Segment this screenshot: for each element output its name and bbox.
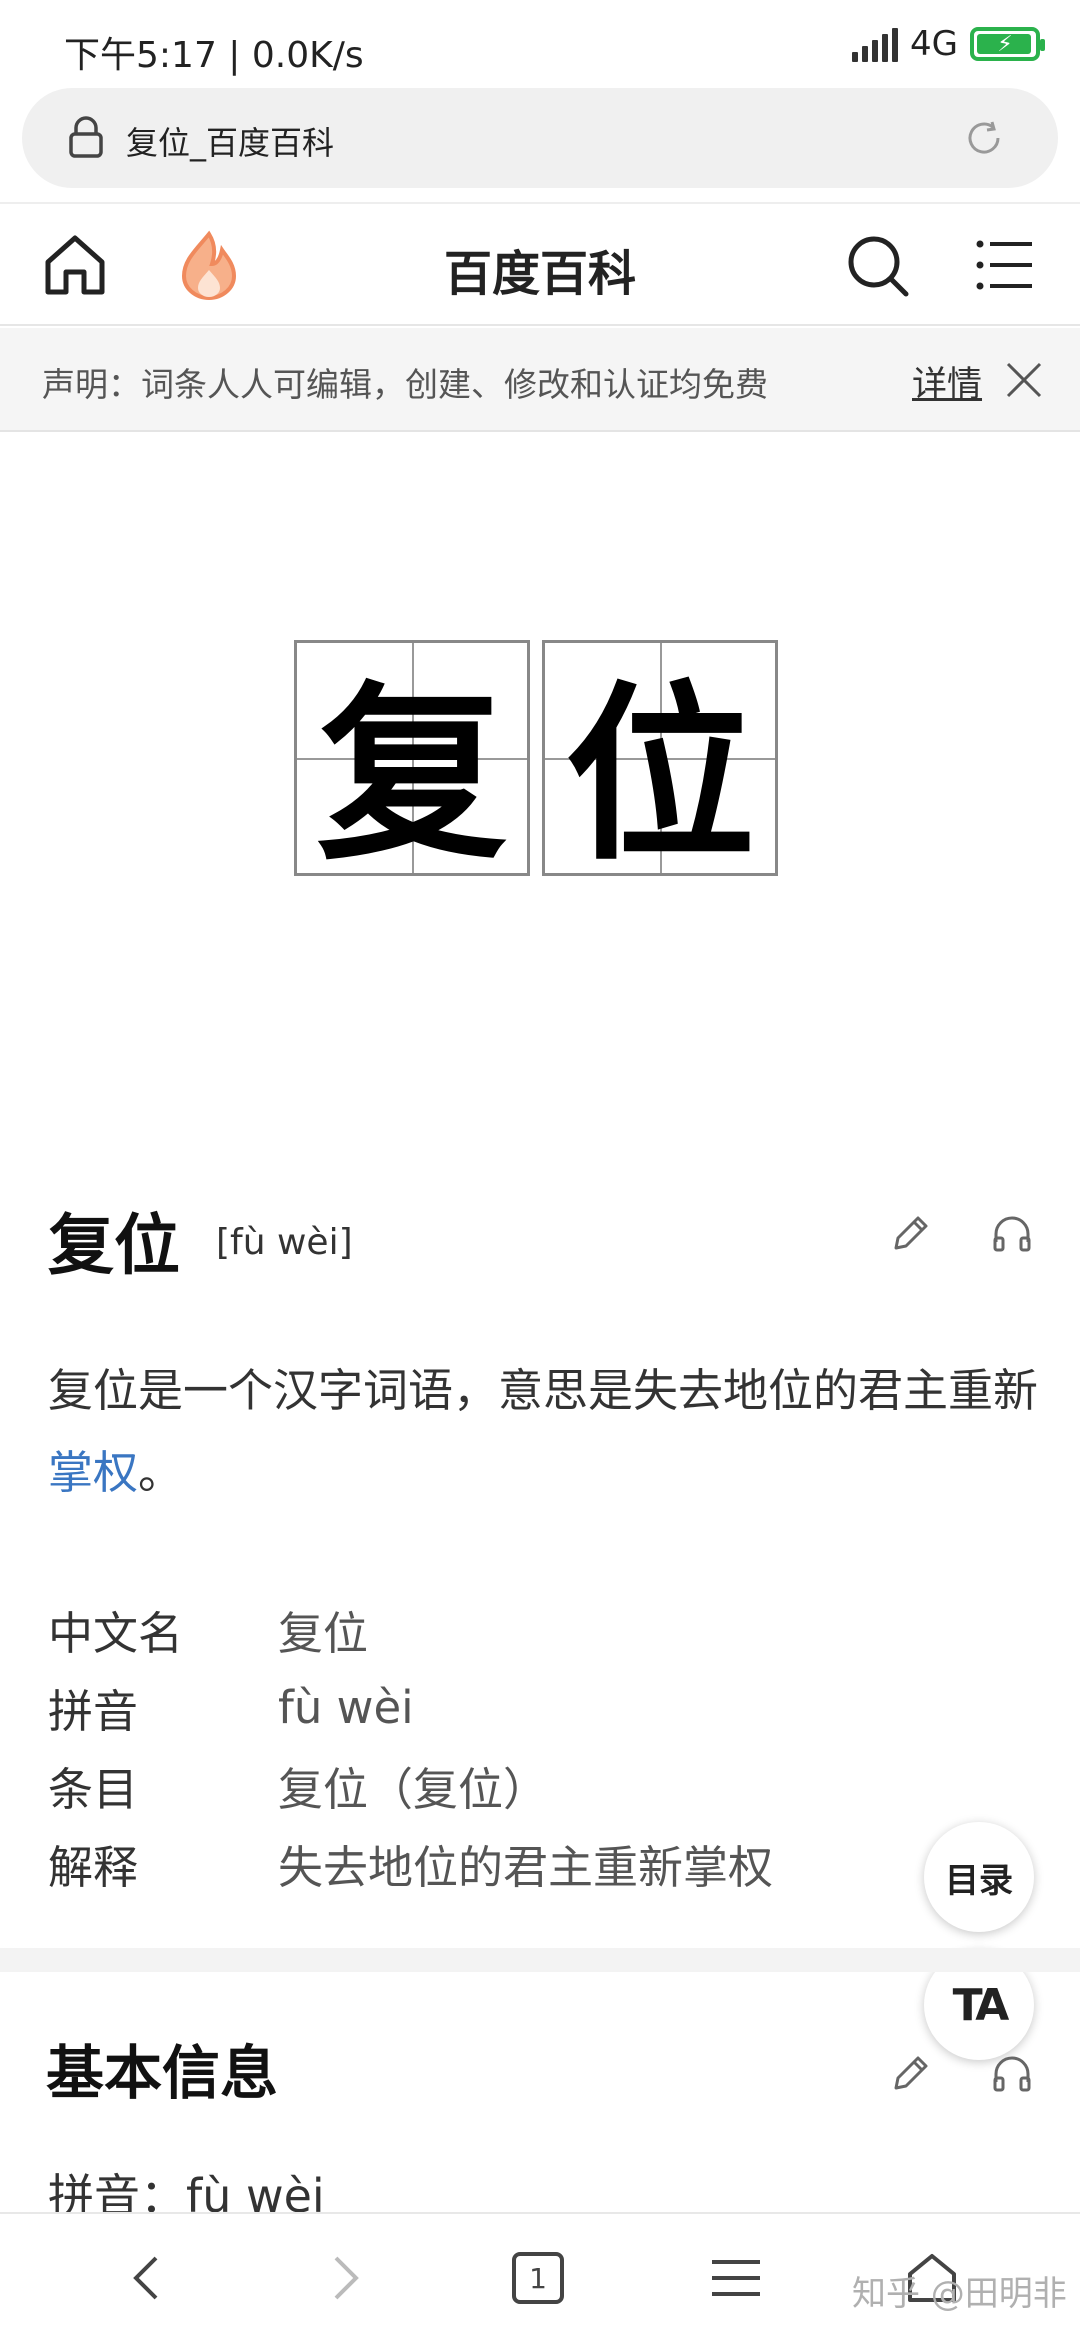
char-box: 位 <box>542 640 778 886</box>
status-indicators: 4G ⚡ <box>852 24 1045 64</box>
page-url-title[interactable]: 复位_百度百科 <box>126 118 334 164</box>
summary-text: 复位是一个汉字词语，意思是失去地位的君主重新 <box>48 1364 1039 1417</box>
notice-detail-link[interactable]: 详情 <box>912 356 982 407</box>
summary-link[interactable]: 掌权 <box>48 1446 138 1499</box>
calligraphy-char: 复 <box>316 662 507 886</box>
info-value: 失去地位的君主重新掌权 <box>278 1840 774 1894</box>
entry-title: 复位 <box>48 1207 180 1284</box>
search-icon[interactable] <box>846 234 910 298</box>
info-value: fù wèi <box>278 1680 414 1734</box>
toc-button[interactable]: 目录 <box>924 1822 1034 1932</box>
status-bar: 下午5:17 | 0.0K/s 4G ⚡ <box>0 0 1080 88</box>
notice-text: 声明：词条人人可编辑，创建、修改和认证均免费 <box>42 365 768 404</box>
info-key: 中文名 <box>48 1606 184 1660</box>
lock-icon <box>69 116 103 158</box>
char-box: 复 <box>294 640 530 886</box>
signal-icon <box>852 26 899 62</box>
status-time: 下午5:17 | 0.0K/s <box>64 35 364 76</box>
forward-icon[interactable] <box>316 2250 372 2306</box>
edit-icon[interactable] <box>888 2052 932 2096</box>
info-value: 复位（复位） <box>278 1762 549 1816</box>
entry-summary: 复位是一个汉字词语，意思是失去地位的君主重新掌权。 <box>48 1350 1038 1514</box>
menu-icon[interactable] <box>708 2250 764 2306</box>
summary-end: 。 <box>138 1446 184 1499</box>
info-row: 条目 复位（复位） <box>48 1746 948 1824</box>
entry-pinyin: [fù wèi] <box>216 1222 353 1263</box>
info-key: 条目 <box>48 1762 139 1816</box>
battery-icon: ⚡ <box>970 27 1045 61</box>
info-key: 解释 <box>48 1840 139 1894</box>
section-divider <box>0 1948 1080 1972</box>
lead-image[interactable]: 复 位 <box>292 636 782 886</box>
audio-icon[interactable] <box>990 1212 1034 1256</box>
network-type: 4G <box>910 24 958 64</box>
section-title: 基本信息 <box>46 2039 279 2107</box>
back-icon[interactable] <box>120 2250 176 2306</box>
menu-icon[interactable] <box>976 238 1034 292</box>
info-row: 解释 失去地位的君主重新掌权 <box>48 1824 948 1902</box>
address-bar[interactable]: 复位_百度百科 <box>22 88 1058 188</box>
notice-bar: 声明：词条人人可编辑，创建、修改和认证均免费 详情 <box>0 328 1080 432</box>
close-icon[interactable] <box>1004 360 1044 400</box>
site-title: 百度百科 <box>443 246 636 302</box>
watermark: 知乎 @田明非 <box>852 2274 1067 2314</box>
tabs-button[interactable]: 1 <box>512 2252 564 2304</box>
edit-icon[interactable] <box>888 1212 932 1256</box>
info-row: 中文名 复位 <box>48 1590 948 1668</box>
info-key: 拼音 <box>48 1684 139 1738</box>
refresh-icon[interactable] <box>962 116 1006 160</box>
calligraphy-char: 位 <box>564 662 755 886</box>
site-header: 百度百科 <box>0 202 1080 326</box>
audio-icon[interactable] <box>990 2052 1034 2096</box>
info-value: 复位 <box>278 1606 369 1660</box>
info-row: 拼音 fù wèi <box>48 1668 948 1746</box>
charging-icon: ⚡ <box>997 31 1013 57</box>
basic-info-card: 中文名 复位 拼音 fù wèi 条目 复位（复位） 解释 失去地位的君主重新掌… <box>48 1590 948 1902</box>
